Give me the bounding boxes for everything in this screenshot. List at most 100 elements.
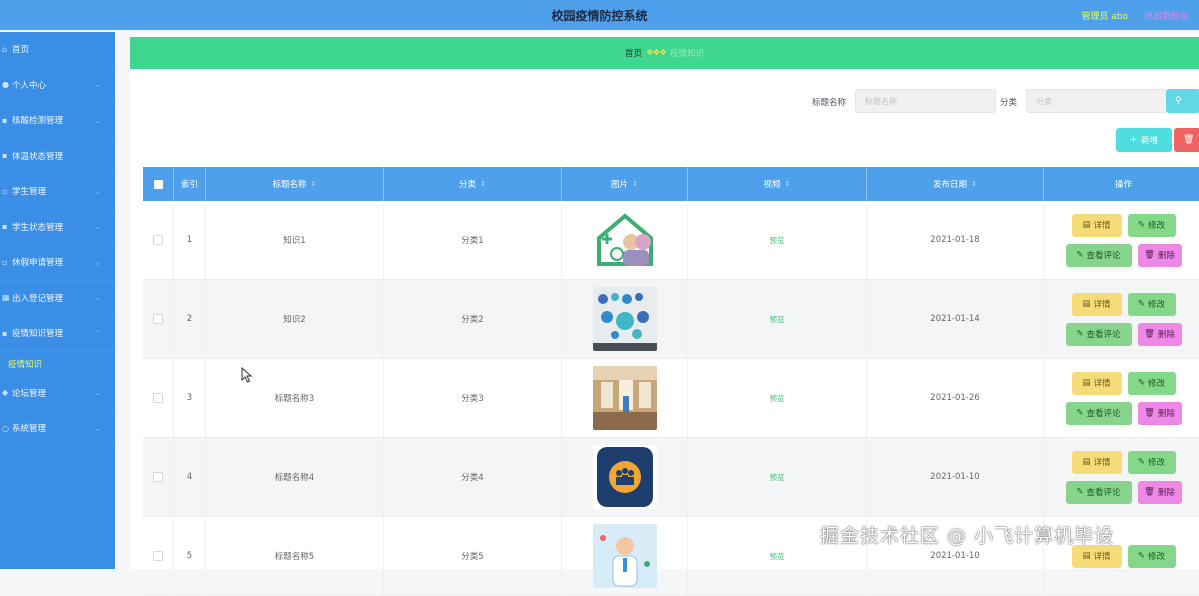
column-label: 视频 [763, 180, 781, 190]
flask-icon: ▪ [2, 115, 8, 125]
view-comments-button[interactable]: ✎ 查看评论 [1065, 401, 1132, 425]
video-cell: 预览 [688, 280, 867, 358]
row-checkbox-cell[interactable] [143, 359, 174, 437]
sidebar-item-leave[interactable]: ▫ 休假申请管理 ⌄ [0, 245, 115, 281]
edit-label: 修改 [1148, 552, 1166, 562]
detail-button[interactable]: ▤ 详情 [1071, 292, 1122, 316]
detail-button[interactable]: ▤ 详情 [1071, 213, 1122, 237]
image-cell [562, 438, 688, 516]
delete-button[interactable]: 🗑 删除 [1137, 401, 1182, 425]
view-comments-button[interactable]: ✎ 查看评论 [1065, 322, 1132, 346]
sort-icon: ⇕ [784, 180, 791, 188]
search-bar: 标题名称 标题名称 分类 分类 ⚲ [130, 89, 1199, 115]
sidebar-item-home[interactable]: ⌂ 首页 [0, 32, 115, 68]
detail-button[interactable]: ▤ 详情 [1071, 450, 1122, 474]
sidebar-item-student-status[interactable]: ▪ 学生状态管理 ⌄ [0, 210, 115, 245]
delete-button[interactable]: 🗑 删除 [1137, 322, 1182, 346]
user-icon: ● [2, 80, 9, 90]
sidebar-item-forum[interactable]: ◆ 论坛管理 ⌄ [0, 376, 115, 411]
category-search-label: 分类 [1000, 98, 1018, 108]
actions-cell: ▤ 详情 ✎ 修改 ✎ 查看评论 🗑 删除 [1044, 438, 1199, 516]
index-cell: 2 [174, 280, 206, 358]
category-search-input[interactable]: 分类 [1026, 89, 1167, 113]
chevron-down-icon: ⌄ [94, 186, 101, 196]
edit-button[interactable]: ✎ 修改 [1127, 213, 1176, 237]
document-icon: ▤ [1082, 299, 1091, 309]
group-app-icon-image[interactable] [592, 445, 657, 509]
video-cell: 预览 [688, 438, 867, 516]
detail-button[interactable]: ▤ 详情 [1071, 371, 1122, 395]
image-cell [562, 201, 688, 279]
row-checkbox-cell[interactable] [143, 201, 174, 279]
sidebar-item-nucleic-test[interactable]: ▪ 核酸检测管理 ⌄ [0, 103, 115, 139]
edit-button[interactable]: ✎ 修改 [1127, 371, 1176, 395]
chevron-down-icon: ⌄ [94, 222, 101, 232]
column-header-video[interactable]: 视频 ⇕ [688, 167, 867, 201]
image-cell [562, 359, 688, 437]
doctor-illustration-image[interactable] [592, 524, 657, 588]
breadcrumb-home[interactable]: 首页 [625, 47, 642, 59]
search-icon: ⚲ [1175, 96, 1182, 106]
row-checkbox-cell[interactable] [143, 280, 174, 358]
select-all-checkbox[interactable] [153, 179, 163, 189]
video-cell: 预览 [688, 201, 867, 279]
add-button[interactable]: + 新增 [1116, 128, 1172, 152]
sidebar-item-temperature[interactable]: ▪ 体温状态管理 [0, 139, 115, 174]
edit-icon: ✎ [1076, 487, 1084, 497]
query-button[interactable]: ⚲ [1166, 89, 1199, 113]
edit-icon: ✎ [1137, 378, 1146, 388]
edit-button[interactable]: ✎ 修改 [1127, 450, 1176, 474]
row-checkbox[interactable] [153, 551, 163, 561]
video-preview-link[interactable]: 预览 [770, 551, 785, 562]
column-header-date[interactable]: 发布日期 ⇕ [867, 167, 1044, 201]
edit-label: 修改 [1148, 458, 1166, 468]
delete-button[interactable]: 🗑 删除 [1137, 480, 1182, 504]
category-cell: 分类2 [384, 280, 562, 358]
sidebar-item-students[interactable]: ▫ 学生管理 ⌄ [0, 174, 115, 210]
hospital-corridor-image[interactable] [592, 366, 657, 430]
row-checkbox-cell[interactable] [143, 438, 174, 516]
sidebar-subitem-knowledge[interactable]: 疫情知识 [0, 352, 115, 376]
health-icons-image[interactable] [592, 287, 657, 351]
delete-button[interactable]: 🗑 删除 [1137, 243, 1182, 267]
batch-delete-button[interactable]: 🗑 [1174, 128, 1199, 152]
table-row: 4 标题名称4 分类4 预览 2021-01-10 ▤ 详情 ✎ 修改 ✎ 查看… [143, 438, 1199, 517]
select-all-checkbox-cell[interactable] [143, 167, 174, 201]
edit-label: 修改 [1148, 300, 1166, 310]
logout-link[interactable]: 退出到前台 [1144, 9, 1189, 22]
category-cell: 分类1 [384, 201, 562, 279]
row-checkbox[interactable] [153, 472, 163, 482]
view-comments-button[interactable]: ✎ 查看评论 [1065, 243, 1132, 267]
video-preview-link[interactable]: 预览 [770, 393, 785, 404]
sidebar-item-label: 休假申请管理 [12, 258, 64, 269]
house-family-image[interactable] [592, 208, 657, 272]
video-preview-link[interactable]: 预览 [770, 472, 785, 483]
comments-label: 查看评论 [1086, 251, 1121, 261]
title-cell: 标题名称5 [206, 517, 384, 595]
sidebar-item-system[interactable]: ○ 系统管理 ⌄ [0, 411, 115, 447]
sidebar-item-entry-exit[interactable]: ▦ 出入登记管理 ⌄ [0, 281, 115, 316]
sidebar-item-label: 首页 [12, 45, 30, 56]
edit-button[interactable]: ✎ 修改 [1127, 544, 1176, 568]
row-checkbox[interactable] [153, 235, 163, 245]
sidebar-item-personal-center[interactable]: ● 个人中心 ⌄ [0, 68, 115, 103]
video-preview-link[interactable]: 预览 [770, 235, 785, 246]
image-cell [562, 517, 688, 595]
chevron-down-icon: ⌄ [94, 80, 101, 90]
video-preview-link[interactable]: 预览 [770, 314, 785, 325]
column-header-title[interactable]: 标题名称 ⇕ [206, 167, 384, 201]
column-header-category[interactable]: 分类 ⇕ [384, 167, 562, 201]
row-checkbox[interactable] [153, 314, 163, 324]
edit-label: 修改 [1148, 221, 1166, 231]
title-search-input[interactable]: 标题名称 [855, 89, 996, 113]
view-comments-button[interactable]: ✎ 查看评论 [1065, 480, 1132, 504]
sidebar-item-label: 疫情知识 [8, 359, 43, 370]
trash-icon: 🗑 [1144, 487, 1155, 497]
row-checkbox[interactable] [153, 393, 163, 403]
add-button-label: 新增 [1141, 136, 1159, 146]
row-checkbox-cell[interactable] [143, 517, 174, 595]
column-header-image[interactable]: 图片 ⇕ [562, 167, 688, 201]
sidebar-item-knowledge-mgmt[interactable]: ▪ 疫情知识管理 ⌃ [0, 316, 115, 352]
edit-button[interactable]: ✎ 修改 [1127, 292, 1176, 316]
app-title: 校园疫情防控系统 [551, 8, 648, 23]
